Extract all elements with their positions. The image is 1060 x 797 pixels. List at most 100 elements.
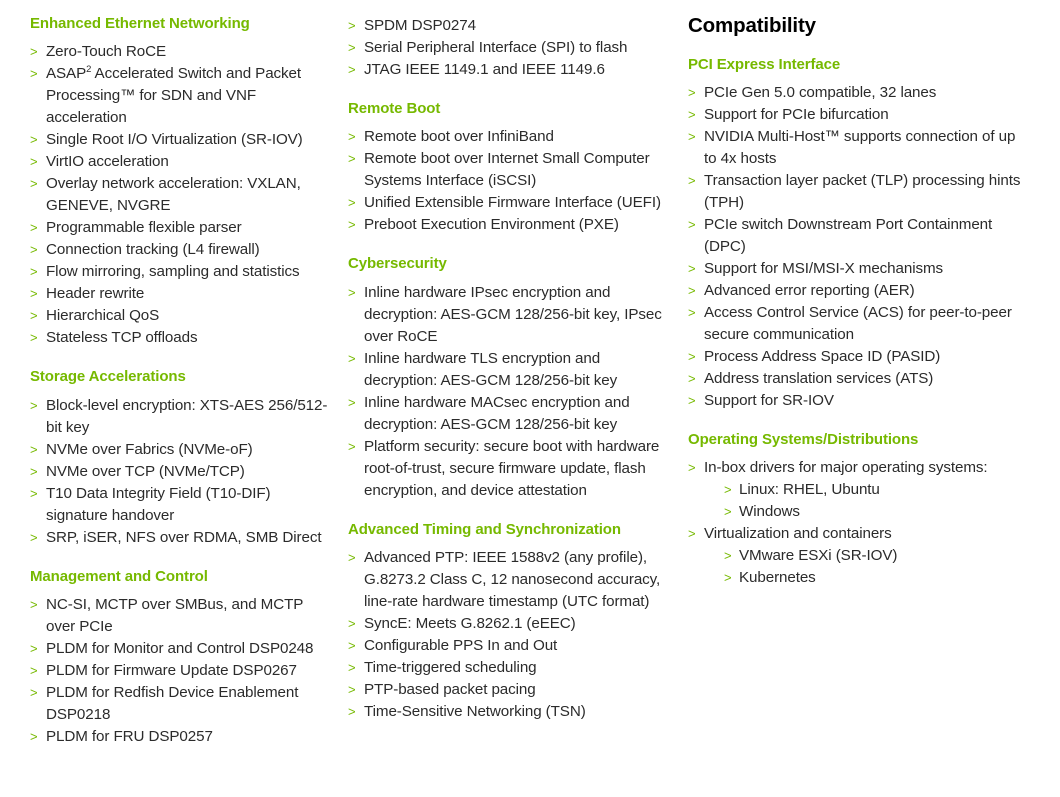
sub-list-item-label: Kubernetes <box>739 569 816 587</box>
list-item: > Programmable flexible parser <box>30 217 334 239</box>
list-item: > Zero-Touch RoCE <box>30 41 334 63</box>
chevron-right-bullet-icon: > <box>688 460 696 476</box>
section: Remote Boot > Remote boot over InfiniBand >… <box>348 100 674 236</box>
list-item: > PTP-based packet pacing <box>348 679 674 701</box>
list-item-label: Connection tracking (L4 firewall) <box>46 241 260 259</box>
bullet-list: > In-box drivers for major operating syst… <box>688 457 1022 589</box>
section-title: PCI Express Interface <box>688 55 841 73</box>
list-item: > Inline hardware TLS encryption and decr… <box>348 348 674 392</box>
section-title: Enhanced Ethernet Networking <box>30 15 250 32</box>
list-item-label: Remote boot over InfiniBand <box>364 128 554 146</box>
bullet-list: > Block-level encryption: XTS-AES 256/512… <box>30 395 334 549</box>
chevron-right-bullet-icon: > <box>348 438 356 454</box>
list-item: > PLDM for Monitor and Control DSP0248 <box>30 638 334 660</box>
chevron-right-bullet-icon: > <box>30 485 38 501</box>
list-item-label: Header rewrite <box>46 285 145 303</box>
list-item-label: Access Control Service (ACS) for peer-to… <box>704 303 1012 343</box>
list-item-label: NVIDIA Multi-Host™ supports connection o… <box>704 127 1016 167</box>
list-item: > Inline hardware IPsec encryption and de… <box>348 282 674 348</box>
bullet-list: > Remote boot over InfiniBand > Remote boot… <box>348 126 674 236</box>
list-item-label: Transaction layer packet (TLP) processin… <box>704 171 1021 211</box>
section-title: Operating Systems/Distributions <box>688 430 919 448</box>
list-item-label: NC-SI, MCTP over SMBus, and MCTP over PC… <box>46 595 304 635</box>
section: Storage Accelerations > Block-level encryp… <box>30 368 334 548</box>
chevron-right-bullet-icon: > <box>348 615 356 631</box>
chevron-right-bullet-icon: > <box>348 637 356 653</box>
list-item-label: Support for MSI/MSI-X mechanisms <box>704 259 944 277</box>
sub-bullet-list: > VMware ESXi (SR-IOV) > Kubernetes <box>704 545 1022 589</box>
list-item-label: PCIe Gen 5.0 compatible, 32 lanes <box>704 83 937 101</box>
chevron-right-bullet-icon: > <box>348 284 356 300</box>
list-item: > Time-Sensitive Networking (TSN) <box>348 701 674 723</box>
chevron-right-bullet-icon: > <box>688 348 696 364</box>
chevron-right-bullet-icon: > <box>30 44 38 60</box>
list-item-label: In-box drivers for major operating syste… <box>704 459 988 477</box>
chevron-right-bullet-icon: > <box>348 549 356 565</box>
list-item: > Flow mirroring, sampling and statistics <box>30 261 334 283</box>
list-item-label: Overlay network acceleration: VXLAN, GEN… <box>46 175 301 215</box>
list-item: > Unified Extensible Firmware Interface (… <box>348 192 674 214</box>
list-item-label: Advanced error reporting (AER) <box>704 281 915 299</box>
chevron-right-bullet-icon: > <box>348 394 356 410</box>
section-title: Advanced Timing and Synchronization <box>348 520 621 538</box>
list-item: > PLDM for Firmware Update DSP0267 <box>30 660 334 682</box>
chevron-right-bullet-icon: > <box>688 304 696 320</box>
chevron-right-bullet-icon: > <box>724 570 732 586</box>
chevron-right-bullet-icon: > <box>30 220 38 236</box>
list-item: > Platform security: secure boot with har… <box>348 436 674 502</box>
chevron-right-bullet-icon: > <box>348 659 356 675</box>
list-item: > SyncE: Meets G.8262.1 (eEEC) <box>348 613 674 635</box>
list-item-label: Zero-Touch RoCE <box>46 43 167 61</box>
chevron-right-bullet-icon: > <box>348 62 356 77</box>
list-item-label: Inline hardware IPsec encryption and dec… <box>364 283 662 345</box>
list-item-label: T10 Data Integrity Field (T10-DIF) signa… <box>46 484 271 524</box>
list-item: > Transaction layer packet (TLP) processi… <box>688 170 1022 214</box>
list-item: > Address translation services (ATS) <box>688 368 1022 390</box>
list-item-label: Stateless TCP offloads <box>46 329 198 347</box>
chevron-right-bullet-icon: > <box>30 308 38 324</box>
list-item-label: SRP, iSER, NFS over RDMA, SMB Direct <box>46 528 322 546</box>
list-item: > Inline hardware MACsec encryption and d… <box>348 392 674 436</box>
column-left: Enhanced Ethernet Networking > Zero-Touch … <box>0 15 340 748</box>
chevron-right-bullet-icon: > <box>688 128 696 144</box>
chevron-right-bullet-icon: > <box>724 482 732 498</box>
section-title: Management and Control <box>30 567 208 585</box>
chevron-right-bullet-icon: > <box>30 176 38 192</box>
list-item: > Support for PCIe bifurcation <box>688 104 1022 126</box>
page-title: Compatibility <box>688 14 816 37</box>
list-item: > SRP, iSER, NFS over RDMA, SMB Direct <box>30 527 334 549</box>
list-item-label: SPDM DSP0274 <box>364 17 476 34</box>
bullet-list: > NC-SI, MCTP over SMBus, and MCTP over P… <box>30 594 334 748</box>
section: Management and Control > NC-SI, MCTP over … <box>30 568 334 748</box>
list-item-label: Address translation services (ATS) <box>704 369 934 387</box>
list-item-label: Process Address Space ID (PASID) <box>704 347 941 365</box>
list-item-label: Inline hardware MACsec encryption and de… <box>364 393 630 433</box>
list-item-label: JTAG IEEE 1149.1 and IEEE 1149.6 <box>364 61 605 78</box>
chevron-right-bullet-icon: > <box>30 264 38 280</box>
sub-list-item: > Kubernetes <box>724 567 1022 589</box>
chevron-right-bullet-icon: > <box>30 596 38 612</box>
list-item-label: ASAP2 Accelerated Switch and Packet Proc… <box>46 63 302 127</box>
list-item-label: Single Root I/O Virtualization (SR-IOV) <box>46 131 303 149</box>
list-item-label: Remote boot over Internet Small Computer… <box>364 150 650 190</box>
list-item-label: Configurable PPS In and Out <box>364 636 558 654</box>
list-item-label: Unified Extensible Firmware Interface (U… <box>364 194 661 212</box>
spec-sheet: Enhanced Ethernet Networking > Zero-Touch … <box>0 0 1060 797</box>
list-item-label: NVMe over Fabrics (NVMe-oF) <box>46 440 253 458</box>
list-item: > Time-triggered scheduling <box>348 657 674 679</box>
chevron-right-bullet-icon: > <box>30 242 38 258</box>
sub-list-item: > VMware ESXi (SR-IOV) <box>724 545 1022 567</box>
list-item-label: NVMe over TCP (NVMe/TCP) <box>46 462 245 480</box>
list-item-label: Preboot Execution Environment (PXE) <box>364 216 619 234</box>
section: Enhanced Ethernet Networking > Zero-Touch … <box>30 15 334 349</box>
chevron-right-bullet-icon: > <box>688 172 696 188</box>
list-item-label: Virtualization and containers <box>704 525 892 543</box>
chevron-right-bullet-icon: > <box>30 397 38 413</box>
bullet-list: > Advanced PTP: IEEE 1588v2 (any profile)… <box>348 547 674 723</box>
chevron-right-bullet-icon: > <box>30 330 38 346</box>
section: Advanced Timing and Synchronization > Adva… <box>348 521 674 723</box>
list-item: > Remote boot over Internet Small Compute… <box>348 148 674 192</box>
chevron-right-bullet-icon: > <box>348 703 356 719</box>
section: > SPDM DSP0274 > Serial Peripheral Interfac… <box>348 15 674 81</box>
chevron-right-bullet-icon: > <box>30 66 38 82</box>
